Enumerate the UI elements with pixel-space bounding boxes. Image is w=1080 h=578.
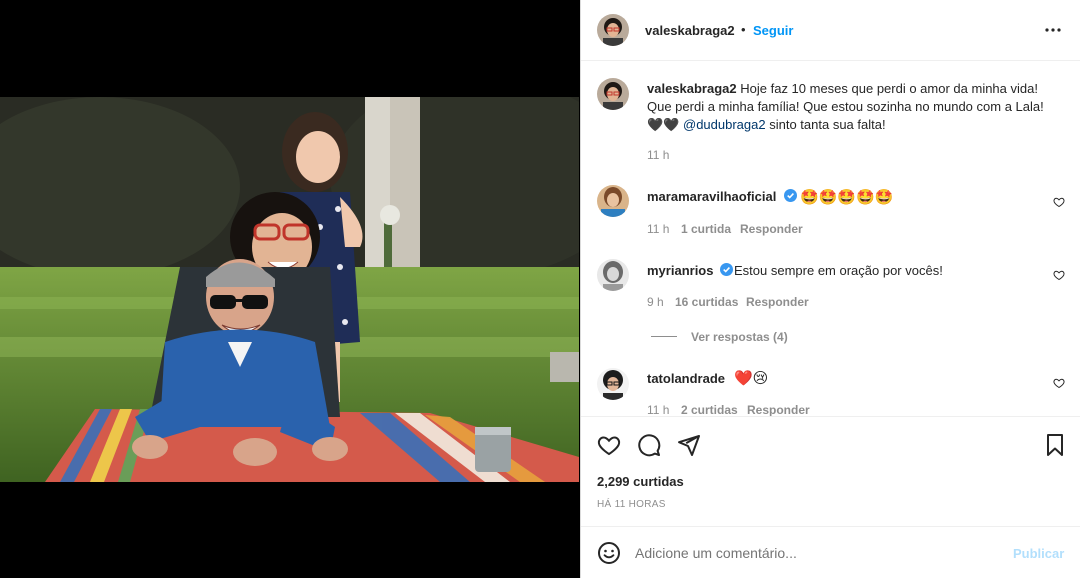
action-bar: 2,299 curtidas HÁ 11 HORAS <box>581 416 1080 526</box>
likes-count[interactable]: 2,299 curtidas <box>597 474 684 489</box>
more-horizontal-icon[interactable] <box>1043 22 1063 38</box>
caption-avatar[interactable] <box>597 78 629 110</box>
comments-list[interactable]: valeskabraga2 Hoje faz 10 meses que perd… <box>581 62 1080 416</box>
comment-avatar[interactable] <box>597 368 629 400</box>
author-username[interactable]: valeskabraga2 <box>645 23 735 38</box>
author-avatar[interactable] <box>597 14 629 46</box>
post-photo[interactable] <box>0 97 579 482</box>
caption-username[interactable]: valeskabraga2 <box>647 81 737 96</box>
comment-like-heart-icon[interactable] <box>1053 377 1065 389</box>
comment-username[interactable]: tatolandrade <box>647 371 725 386</box>
comment-reply-button[interactable]: Responder <box>740 222 803 236</box>
add-comment-bar: Publicar <box>581 526 1080 578</box>
comment-reply-button[interactable]: Responder <box>746 295 809 309</box>
follow-button[interactable]: Seguir <box>753 23 793 38</box>
caption-time[interactable]: 11 h <box>647 148 669 162</box>
comment-text: Estou sempre em oração por vocês! <box>734 263 943 278</box>
comment-like-heart-icon[interactable] <box>1053 269 1065 281</box>
share-paper-plane-icon[interactable] <box>677 433 701 457</box>
comment-avatar[interactable] <box>597 185 629 217</box>
caption-mention-link[interactable]: @dudubraga2 <box>683 117 766 132</box>
comment-like-heart-icon[interactable] <box>1053 196 1065 208</box>
comment-input[interactable] <box>635 541 995 565</box>
post-header: valeskabraga2 • Seguir <box>581 0 1080 61</box>
verified-badge-icon <box>784 189 797 202</box>
instagram-post-modal: valeskabraga2 • Seguir valeskabraga2 Hoj… <box>0 0 1080 578</box>
caption-text: valeskabraga2 Hoje faz 10 meses que perd… <box>647 80 1047 134</box>
comment-text: 🤩🤩🤩🤩🤩 <box>800 189 894 206</box>
view-replies-button[interactable]: Ver respostas (4) <box>691 330 788 344</box>
comment-time[interactable]: 11 h <box>647 403 669 416</box>
comment-avatar[interactable] <box>597 259 629 291</box>
post-sidebar: valeskabraga2 • Seguir valeskabraga2 Hoj… <box>580 0 1080 578</box>
family-photo-illustration <box>0 97 579 482</box>
comment-reply-button[interactable]: Responder <box>747 403 810 416</box>
view-replies-line <box>651 336 677 337</box>
caption-emoji: 🖤🖤 <box>647 117 680 132</box>
comment-likes[interactable]: 2 curtidas <box>681 403 738 416</box>
post-timestamp[interactable]: HÁ 11 HORAS <box>597 499 666 510</box>
emoji-smiley-icon[interactable] <box>597 541 621 565</box>
like-heart-icon[interactable] <box>597 433 621 457</box>
save-bookmark-icon[interactable] <box>1043 433 1067 457</box>
publish-button[interactable]: Publicar <box>1013 546 1064 561</box>
media-pane <box>0 0 579 578</box>
caption-body-end: sinto tanta sua falta! <box>769 117 886 132</box>
comment-likes[interactable]: 1 curtida <box>681 222 731 236</box>
comment-username[interactable]: maramaravilhaoficial <box>647 189 776 204</box>
comment-time[interactable]: 9 h <box>647 295 664 309</box>
comment-bubble-icon[interactable] <box>637 433 661 457</box>
comment-likes[interactable]: 16 curtidas <box>675 295 738 309</box>
header-separator: • <box>741 22 746 37</box>
comment-text: ❤️😢 <box>734 370 769 387</box>
comment-time[interactable]: 11 h <box>647 222 669 236</box>
verified-badge-icon <box>720 263 733 276</box>
comment-username[interactable]: myrianrios <box>647 263 713 278</box>
